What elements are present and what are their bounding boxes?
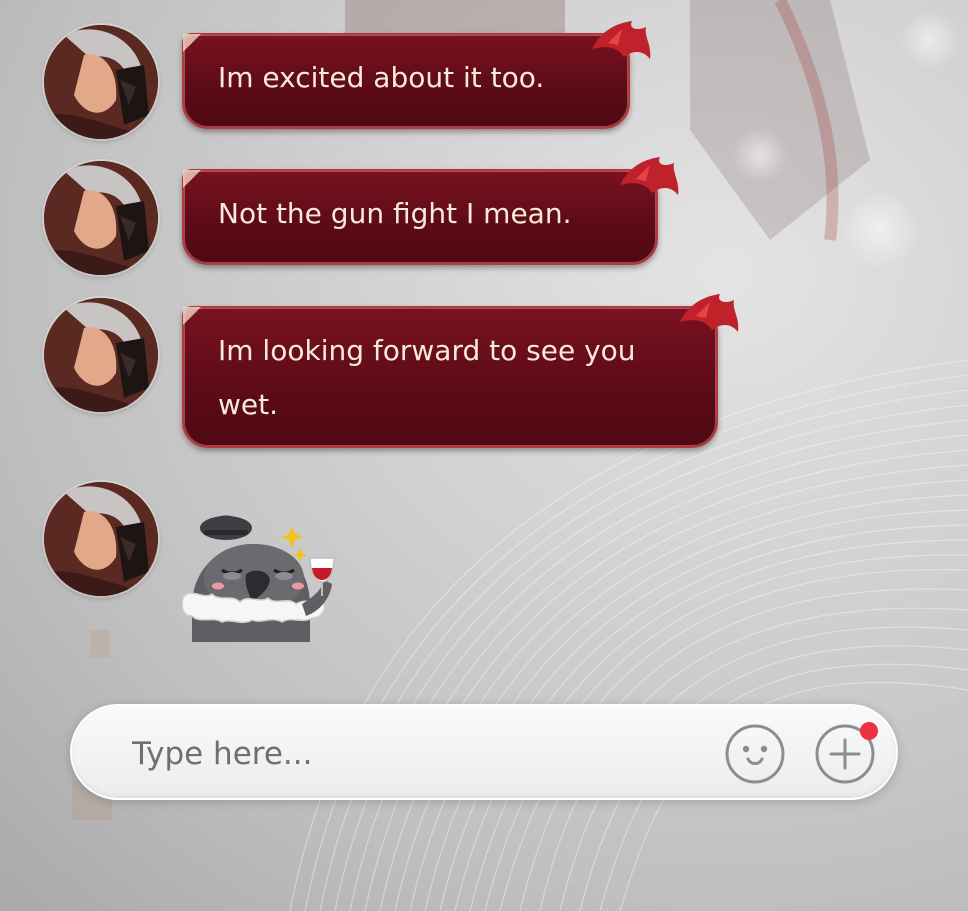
message-bubble: Im looking forward to see you wet. — [182, 294, 739, 448]
sender-avatar[interactable] — [44, 298, 158, 412]
message-text: Not the gun fight I mean. — [218, 197, 572, 230]
smiley-face-icon[interactable] — [724, 723, 786, 785]
bat-wing-ornament-icon — [592, 21, 651, 59]
notification-dot — [860, 722, 878, 740]
bat-wing-ornament-icon — [680, 294, 739, 332]
message-composer — [70, 704, 898, 800]
message-bubble: Not the gun fight I mean. — [182, 157, 679, 265]
message-input[interactable] — [130, 724, 694, 784]
sender-avatar[interactable] — [44, 25, 158, 139]
message-text: Im excited about it too. — [218, 61, 545, 94]
bubble-corner-ornament — [183, 34, 201, 52]
bat-wing-ornament-icon — [620, 157, 679, 195]
crow-with-wine-glass-sticker[interactable] — [182, 508, 342, 642]
sender-avatar[interactable] — [44, 161, 158, 275]
bubble-corner-ornament — [183, 170, 201, 188]
message-bubble: Im excited about it too. — [182, 21, 651, 129]
message-text: Im looking forward to see you wet. — [218, 334, 636, 421]
bubble-corner-ornament — [183, 307, 201, 325]
sender-avatar[interactable] — [44, 482, 158, 596]
